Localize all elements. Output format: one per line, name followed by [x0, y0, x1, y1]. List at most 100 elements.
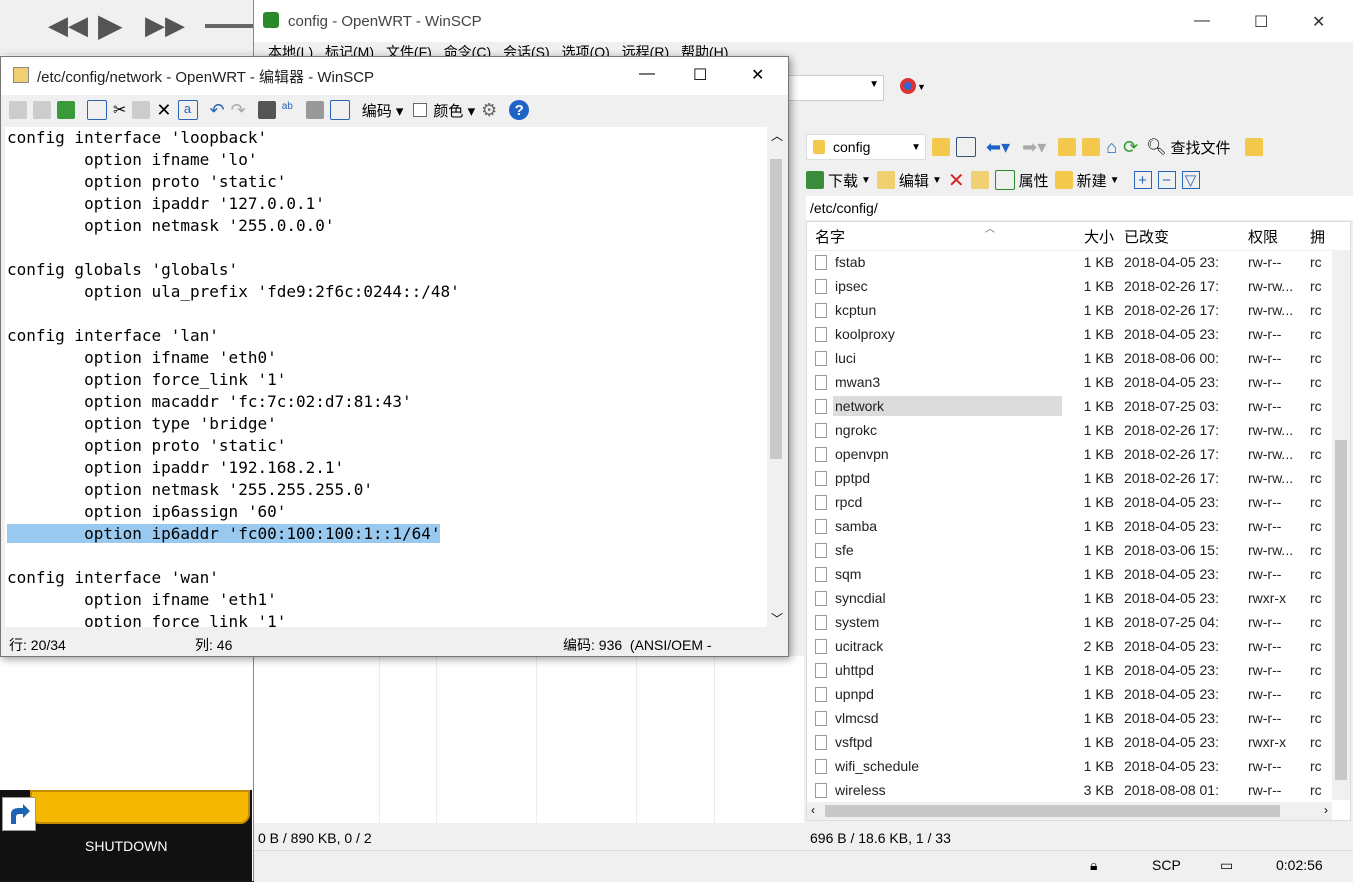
local-file-panel[interactable] [254, 656, 804, 823]
table-row[interactable]: uhttpd 1 KB 2018-04-05 23: rw-r-- rc [807, 658, 1332, 682]
editor-line[interactable]: option netmask '255.0.0.0' [5, 215, 767, 237]
table-row[interactable]: ngrokc 1 KB 2018-02-26 17: rw-rw... rc [807, 418, 1332, 442]
table-row[interactable]: vsftpd 1 KB 2018-04-05 23: rwxr-x rc [807, 730, 1332, 754]
editor-line[interactable] [5, 237, 767, 259]
editor-line[interactable]: config interface 'lan' [5, 325, 767, 347]
filter-icon[interactable] [956, 137, 976, 157]
file-list-vertical-scrollbar[interactable] [1332, 250, 1350, 800]
editor-line[interactable]: option macaddr 'fc:7c:02:d7:81:43' [5, 391, 767, 413]
editor-line[interactable]: option proto 'static' [5, 435, 767, 457]
delete-icon[interactable]: ✕ [156, 100, 171, 121]
scroll-up-icon[interactable]: ︿ [771, 127, 783, 144]
editor-line[interactable]: option ipaddr '192.168.2.1' [5, 457, 767, 479]
editor-line[interactable]: option ipaddr '127.0.0.1' [5, 193, 767, 215]
edit-button[interactable]: 编辑 ▼ [876, 170, 942, 191]
goto-line-icon[interactable] [329, 100, 350, 120]
editor-line[interactable]: option force_link '1' [5, 611, 767, 627]
minimize-icon[interactable]: — [1194, 12, 1210, 30]
editor-close-icon[interactable]: ✕ [751, 65, 764, 85]
parent-directory-icon[interactable] [1058, 138, 1077, 156]
session-combo[interactable]: ▼ [784, 75, 884, 101]
home-icon[interactable]: ⌂ [1106, 137, 1117, 158]
editor-line[interactable]: option ip6addr 'fc00:100:100:1::1/64' [5, 523, 767, 545]
redo-icon[interactable]: ↷ [231, 100, 246, 121]
find-icon[interactable] [257, 101, 276, 119]
table-row[interactable]: rpcd 1 KB 2018-04-05 23: rw-r-- rc [807, 490, 1332, 514]
editor-line[interactable]: config interface 'wan' [5, 567, 767, 589]
color-swatch-icon[interactable] [413, 103, 428, 117]
encoding-menu[interactable]: 编码 ▾ [362, 100, 404, 121]
table-row[interactable]: openvpn 1 KB 2018-02-26 17: rw-rw... rc [807, 442, 1332, 466]
delete-icon[interactable]: ✕ [948, 168, 965, 193]
filter-select-icon[interactable]: ▽ [1181, 171, 1200, 189]
editor-line[interactable]: option ula_prefix 'fde9:2f6c:0244::/48' [5, 281, 767, 303]
save-all-icon[interactable] [33, 101, 51, 119]
editor-maximize-icon[interactable]: ☐ [693, 65, 707, 85]
save-icon[interactable] [9, 101, 27, 119]
editor-line[interactable]: config interface 'loopback' [5, 127, 767, 149]
sync-icon[interactable]: ▼ [898, 76, 926, 99]
table-row[interactable]: mwan3 1 KB 2018-04-05 23: rw-r-- rc [807, 370, 1332, 394]
copy-icon[interactable] [87, 100, 107, 120]
table-row[interactable]: sfe 1 KB 2018-03-06 15: rw-rw... rc [807, 538, 1332, 562]
editor-line[interactable]: option netmask '255.255.255.0' [5, 479, 767, 501]
column-size[interactable]: 大小 [1062, 226, 1120, 247]
select-all-icon[interactable]: a [177, 100, 198, 120]
scrollbar-thumb[interactable] [825, 805, 1280, 817]
rewind-icon[interactable]: ◀◀ [48, 10, 88, 41]
help-icon[interactable]: ? [509, 100, 530, 120]
table-row[interactable]: network 1 KB 2018-07-25 03: rw-r-- rc [807, 394, 1332, 418]
column-changed[interactable]: 已改变 [1120, 226, 1244, 247]
paste-icon[interactable] [132, 101, 151, 119]
root-directory-icon[interactable] [1082, 138, 1101, 156]
new-button[interactable]: 新建 ▼ [1054, 170, 1120, 191]
forward-icon[interactable]: ➡▾ [1022, 137, 1046, 158]
refresh-icon[interactable]: ⟳ [1123, 137, 1138, 158]
column-owner[interactable]: 拥 [1306, 226, 1326, 247]
remote-file-list[interactable]: 名字 大小 已改变 权限 拥 ︿ fstab 1 KB 2018-04-05 23:… [806, 221, 1351, 821]
table-row[interactable]: koolproxy 1 KB 2018-04-05 23: rw-r-- rc [807, 322, 1332, 346]
editor-line[interactable] [5, 303, 767, 325]
editor-line[interactable] [5, 545, 767, 567]
editor-line[interactable]: option type 'bridge' [5, 413, 767, 435]
shortcut-arrow-icon[interactable] [2, 797, 36, 831]
fast-forward-icon[interactable]: ▶▶ [145, 10, 185, 41]
column-name[interactable]: 名字 [807, 226, 1062, 247]
table-row[interactable]: ucitrack 2 KB 2018-04-05 23: rw-r-- rc [807, 634, 1332, 658]
table-row[interactable]: samba 1 KB 2018-04-05 23: rw-r-- rc [807, 514, 1332, 538]
remote-path[interactable]: /etc/config/ [806, 196, 1353, 220]
tree-icon[interactable] [1244, 138, 1263, 156]
rename-icon[interactable] [970, 171, 989, 189]
editor-line[interactable]: option ip6assign '60' [5, 501, 767, 523]
find-next-icon[interactable] [305, 101, 324, 119]
table-row[interactable]: wireless 3 KB 2018-08-08 01: rw-r-- rc [807, 778, 1332, 802]
table-row[interactable]: vlmcsd 1 KB 2018-04-05 23: rw-r-- rc [807, 706, 1332, 730]
color-menu[interactable]: 颜色 ▾ [433, 100, 475, 121]
editor-line[interactable]: option force_link '1' [5, 369, 767, 391]
deselect-icon[interactable]: − [1157, 171, 1176, 189]
back-icon[interactable]: ⬅▾ [986, 137, 1010, 158]
column-rights[interactable]: 权限 [1244, 226, 1306, 247]
editor-line[interactable]: option ifname 'eth1' [5, 589, 767, 611]
scroll-right-icon[interactable]: › [1324, 803, 1328, 817]
undo-icon[interactable]: ↶ [210, 100, 225, 121]
replace-icon[interactable]: ab [282, 101, 300, 119]
download-button[interactable]: 下载 ▼ [806, 170, 871, 191]
table-row[interactable]: ipsec 1 KB 2018-02-26 17: rw-rw... rc [807, 274, 1332, 298]
editor-line[interactable]: option proto 'static' [5, 171, 767, 193]
maximize-icon[interactable]: ☐ [1254, 12, 1268, 32]
find-files-button[interactable]: 查找文件 [1171, 137, 1231, 158]
scroll-down-icon[interactable]: ﹀ [771, 610, 783, 627]
close-icon[interactable]: ✕ [1312, 12, 1325, 32]
open-folder-icon[interactable] [932, 138, 950, 156]
table-row[interactable]: system 1 KB 2018-07-25 04: rw-r-- rc [807, 610, 1332, 634]
scrollbar-thumb[interactable] [1335, 440, 1347, 780]
editor-line[interactable]: config globals 'globals' [5, 259, 767, 281]
editor-minimize-icon[interactable]: — [639, 65, 655, 83]
reload-icon[interactable] [57, 101, 75, 119]
editor-line[interactable]: option ifname 'lo' [5, 149, 767, 171]
table-row[interactable]: pptpd 1 KB 2018-02-26 17: rw-rw... rc [807, 466, 1332, 490]
settings-icon[interactable]: ⚙ [481, 100, 497, 121]
table-row[interactable]: fstab 1 KB 2018-04-05 23: rw-r-- rc [807, 250, 1332, 274]
editor-text-area[interactable]: config interface 'loopback' option ifnam… [5, 127, 767, 627]
